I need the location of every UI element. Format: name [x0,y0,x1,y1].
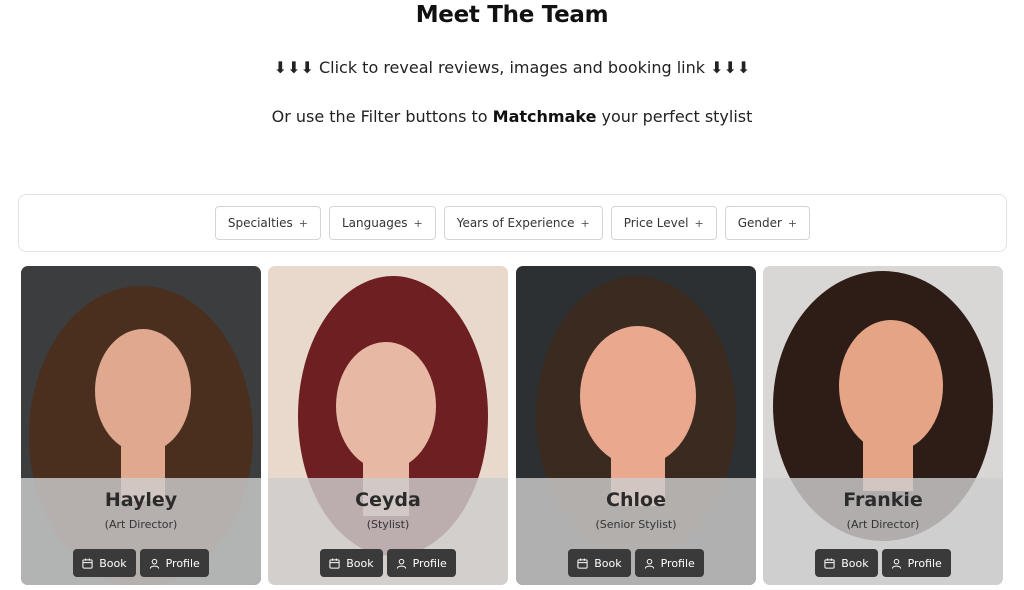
team-grid: Hayley (Art Director) Book Profile Ceyda [21,266,1004,585]
stylist-role: (Stylist) [366,518,410,531]
filter-gender-button[interactable]: Gender + [724,206,811,240]
stylist-name: Chloe [606,489,666,511]
filter-languages-button[interactable]: Languages + [329,206,436,240]
filter-price-level-button[interactable]: Price Level + [610,206,717,240]
profile-button[interactable]: Profile [881,549,951,577]
book-label: Book [99,556,127,570]
filter-bar: Specialties + Languages + Years of Exper… [18,194,1007,252]
filter-instructions: Or use the Filter buttons to Matchmake y… [0,107,1024,126]
book-button[interactable]: Book [320,549,383,577]
person-icon [396,558,407,569]
face-shape [580,326,696,466]
profile-button[interactable]: Profile [634,549,704,577]
calendar-icon [329,557,340,569]
profile-label: Profile [660,556,695,570]
filter-experience-button[interactable]: Years of Experience + [443,206,603,240]
filter-label: Languages [342,216,408,230]
person-icon [644,558,655,569]
person-icon [891,558,902,569]
face-shape [839,320,943,452]
card-actions: Book Profile [763,549,1003,577]
filter-label: Gender [737,216,782,230]
book-label: Book [841,556,869,570]
team-card-frankie[interactable]: Frankie (Art Director) Book Profile [763,266,1003,585]
profile-button[interactable]: Profile [139,549,209,577]
reveal-instructions: ⬇⬇⬇ Click to reveal reviews, images and … [273,58,751,77]
filter-instructions-pre: Or use the Filter buttons to [271,107,493,126]
book-button[interactable]: Book [815,549,878,577]
page-title: Meet The Team [415,2,609,28]
stylist-name: Frankie [843,489,923,511]
card-actions: Book Profile [21,549,261,577]
team-card-ceyda[interactable]: Ceyda (Stylist) Book Profile [268,266,508,585]
calendar-icon [577,557,588,569]
stylist-role: (Senior Stylist) [595,518,677,531]
plus-icon: + [580,216,590,230]
stylist-name: Hayley [104,489,178,511]
team-card-hayley[interactable]: Hayley (Art Director) Book Profile [21,266,261,585]
profile-label: Profile [412,556,447,570]
filter-label: Specialties [227,216,293,230]
profile-button[interactable]: Profile [386,549,456,577]
book-button[interactable]: Book [568,549,631,577]
card-actions: Book Profile [268,549,508,577]
filter-label: Price Level [623,216,689,230]
book-label: Book [346,556,374,570]
matchmake-emphasis: Matchmake [492,107,597,126]
plus-icon: + [787,216,798,230]
stylist-role: (Art Director) [846,518,920,531]
team-card-chloe[interactable]: Chloe (Senior Stylist) Book Profile [516,266,756,585]
profile-label: Profile [907,556,942,570]
calendar-icon [82,557,93,569]
plus-icon: + [413,216,423,230]
filter-label: Years of Experience [456,216,575,230]
profile-label: Profile [165,556,200,570]
book-label: Book [594,556,622,570]
person-icon [149,558,160,569]
stylist-name: Ceyda [355,489,421,511]
plus-icon: + [298,216,308,230]
card-actions: Book Profile [516,549,756,577]
book-button[interactable]: Book [73,549,136,577]
face-shape [336,342,436,470]
stylist-role: (Art Director) [104,518,178,531]
filter-specialties-button[interactable]: Specialties + [214,206,321,240]
plus-icon: + [694,216,704,230]
filter-instructions-post: your perfect stylist [596,107,753,126]
calendar-icon [824,557,835,569]
face-shape [95,329,191,453]
